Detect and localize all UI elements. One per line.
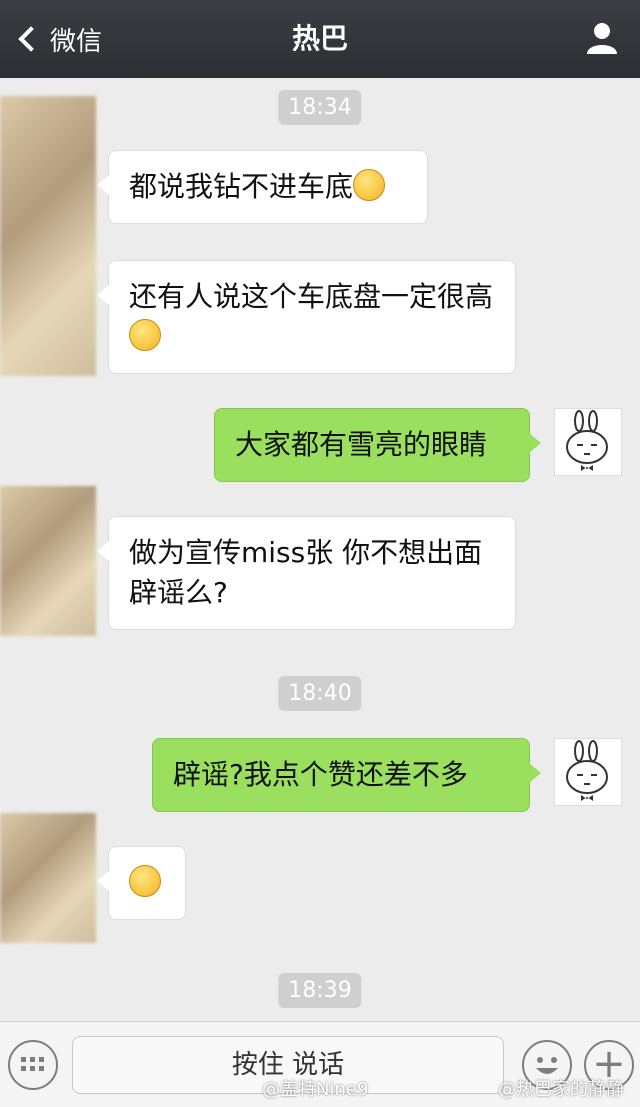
message-text: 还有人说这个车底盘一定很高 [129,280,494,313]
chat-area[interactable]: 18:34 都说我钻不进车底 还有人说这个车底盘一定很高 大家都有雪亮的眼睛 做… [0,78,640,1022]
message-bubble[interactable]: 还有人说这个车底盘一定很高 [97,260,516,374]
chat-title: 热巴 [291,22,348,55]
timestamp: 18:34 [278,90,362,125]
message-bubble[interactable]: 做为宣传miss张 你不想出面辟谣么? [97,516,516,630]
avatar[interactable] [554,738,622,806]
message-bubble[interactable]: 都说我钻不进车底 [97,150,428,224]
watermark: @热巴家的静静 [498,1079,624,1100]
message-text: 都说我钻不进车底 [129,170,354,203]
message-bubble[interactable]: 大家都有雪亮的眼睛 [214,408,541,482]
input-bar: 按住 说话 + @盖特Nine9 @热巴家的静静 [0,1021,640,1107]
keyboard-icon[interactable] [8,1040,58,1090]
smile-emoji-icon [353,169,386,201]
smile-emoji-icon [129,319,161,351]
avatar[interactable] [0,813,96,943]
nav-bar: 微信 热巴 [0,0,640,78]
avatar[interactable] [0,486,96,636]
avatar[interactable] [0,96,96,376]
message-text: 大家都有雪亮的眼睛 [235,428,488,461]
watermark: @盖特Nine9 [262,1079,369,1100]
timestamp: 18:39 [278,973,362,1008]
message-bubble[interactable] [97,846,186,920]
message-text: 辟谣?我点个赞还差不多 [173,758,468,791]
message-text: 做为宣传miss张 你不想出面辟谣么? [129,536,483,609]
thinking-emoji-icon [129,865,161,897]
avatar[interactable] [554,408,622,476]
message-bubble[interactable]: 辟谣?我点个赞还差不多 [152,738,541,812]
timestamp: 18:40 [278,676,362,711]
profile-icon[interactable] [584,20,620,56]
